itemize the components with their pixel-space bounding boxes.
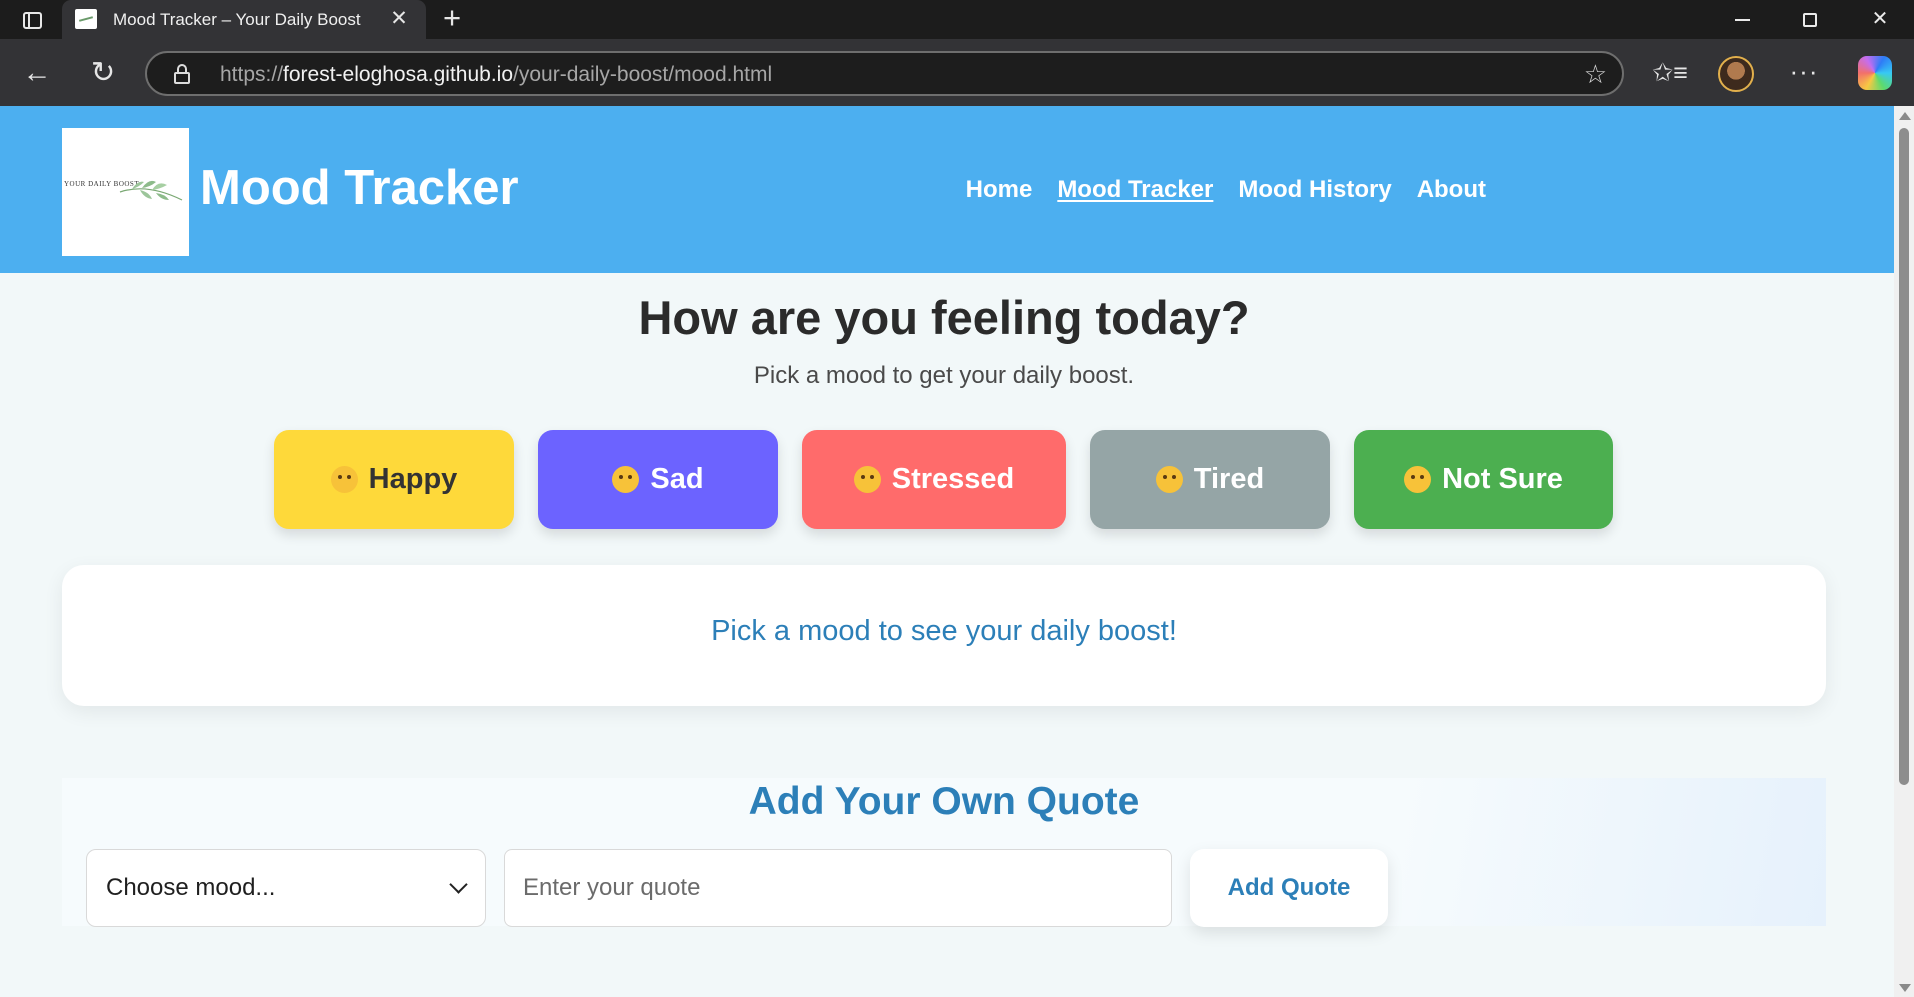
scrollbar[interactable] [1894,106,1914,997]
mood-label: Tired [1193,463,1265,495]
mood-button-not-sure[interactable]: Not Sure [1354,430,1613,529]
mood-button-sad[interactable]: Sad [538,430,778,529]
add-quote-section: Add Your Own Quote Choose mood... Add Qu… [62,778,1826,927]
avatar[interactable] [1718,56,1754,92]
mood-select[interactable]: Choose mood... [86,849,486,927]
star-icon[interactable]: ☆ [1584,59,1607,89]
window-close-button[interactable]: ✕ [1846,0,1914,39]
lock-icon[interactable] [173,64,191,84]
page-subheading: Pick a mood to get your daily boost. [753,362,1135,389]
weary-face-icon [853,466,881,493]
url-scheme: https:// [220,63,284,86]
mood-label: Not Sure [1442,463,1563,495]
favorites-button[interactable]: ✩≡ [1648,53,1692,93]
close-icon: ✕ [1871,8,1889,30]
reload-icon: ↻ [90,57,116,89]
browser-toolbar: ← ↻ https://forest-eloghosa.github.io/yo… [0,39,1914,106]
scroll-down-icon[interactable] [1899,984,1911,992]
mood-button-stressed[interactable]: Stressed [802,430,1066,529]
site-header: YOUR DAILY BOOST Mood Tracker Home Mood … [0,106,1894,273]
new-tab-button[interactable]: + [435,0,469,35]
thinking-face-icon [1404,466,1432,493]
worried-face-icon [612,466,640,493]
maximize-button[interactable] [1776,0,1844,39]
back-button[interactable]: ← [15,53,59,93]
close-icon: ✕ [390,7,408,30]
mood-button-happy[interactable]: Happy [274,430,514,529]
tab-title: Mood Tracker – Your Daily Boost [113,10,361,29]
boost-message: Pick a mood to see your daily boost! [711,615,1177,647]
minimize-icon [1734,18,1750,21]
nav-about[interactable]: About [1417,176,1486,204]
page-viewport: YOUR DAILY BOOST Mood Tracker Home Mood … [0,106,1894,997]
mood-label: Sad [650,463,704,495]
boost-card: Pick a mood to see your daily boost! [62,565,1826,706]
quote-input[interactable] [504,849,1172,927]
sleeping-face-icon [1155,466,1183,493]
address-bar[interactable]: https://forest-eloghosa.github.io/your-d… [145,51,1624,96]
more-button[interactable]: ··· [1782,53,1826,93]
back-icon: ← [22,57,52,89]
copilot-icon[interactable] [1858,56,1892,90]
nav-home[interactable]: Home [966,176,1033,204]
tab-close-button[interactable]: ✕ [386,6,412,32]
main-nav: Home Mood Tracker Mood History About [966,176,1486,204]
maximize-icon [1803,12,1817,27]
nav-mood-tracker[interactable]: Mood Tracker [1057,176,1213,204]
url-text[interactable]: https://forest-eloghosa.github.io/your-d… [220,63,772,87]
page-heading: How are you feeling today? [638,291,1250,344]
scroll-thumb[interactable] [1899,128,1909,785]
leaf-icon [119,180,183,201]
tab-actions-icon [22,11,42,29]
mood-label: Stressed [891,463,1015,495]
favicon-icon [75,9,97,29]
url-path: /your-daily-boost/mood.html [513,63,773,86]
more-icon: ··· [1789,56,1819,86]
chevron-down-icon [449,875,468,894]
reload-button[interactable]: ↻ [81,53,125,93]
favorites-icon: ✩≡ [1652,59,1688,87]
minimize-button[interactable] [1708,0,1776,39]
site-logo[interactable]: YOUR DAILY BOOST [62,128,189,256]
scroll-up-icon[interactable] [1899,112,1911,120]
browser-tab-bar: Mood Tracker – Your Daily Boost ✕ + ✕ [0,0,1914,39]
nav-mood-history[interactable]: Mood History [1238,176,1391,204]
add-quote-button[interactable]: Add Quote [1190,849,1388,927]
url-host: forest-eloghosa.github.io [283,63,514,86]
tab-actions-button[interactable] [14,6,50,34]
mood-label: Happy [368,463,458,495]
add-quote-heading: Add Your Own Quote [748,780,1140,823]
mood-button-tired[interactable]: Tired [1090,430,1330,529]
site-title: Mood Tracker [200,161,519,215]
browser-tab[interactable]: Mood Tracker – Your Daily Boost ✕ [62,0,426,39]
mood-select-value: Choose mood... [106,874,276,901]
smiling-face-icon [330,466,358,493]
plus-icon: + [442,0,462,35]
